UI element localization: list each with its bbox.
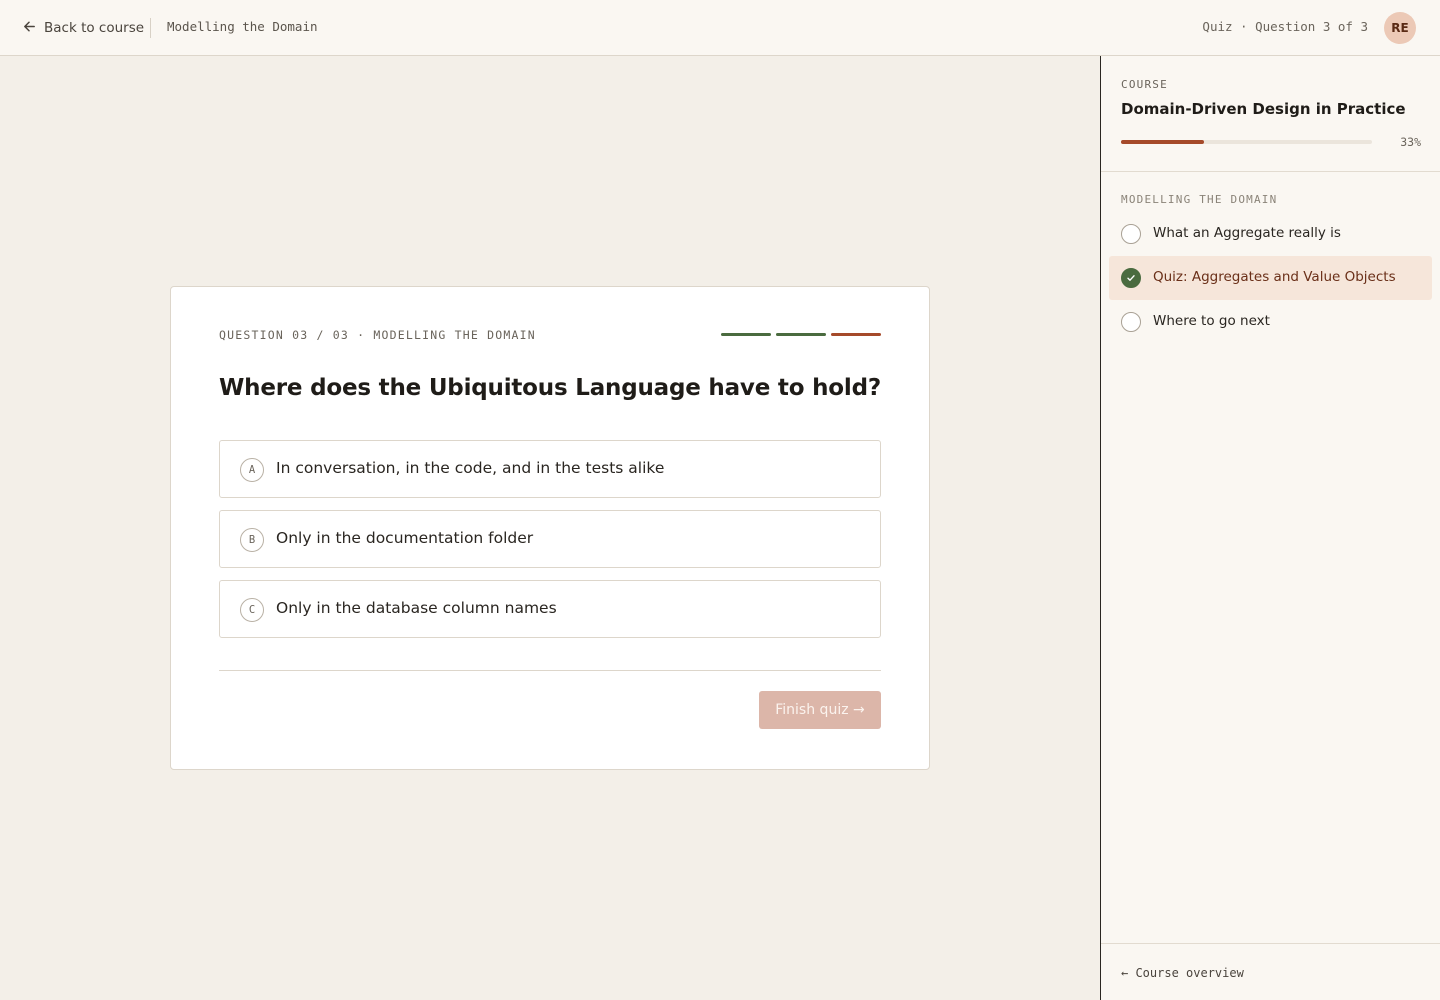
option-letter: B — [240, 528, 264, 552]
main-content: QUESTION 03 / 03 · MODELLING THE DOMAIN … — [0, 56, 1100, 1000]
lesson-label: Quiz: Aggregates and Value Objects — [1153, 269, 1396, 285]
option-letter: A — [240, 458, 264, 482]
progress-segment — [776, 333, 826, 336]
empty-circle-icon — [1121, 312, 1141, 332]
course-sidebar: COURSE Domain-Driven Design in Practice … — [1100, 56, 1440, 1000]
quiz-card: QUESTION 03 / 03 · MODELLING THE DOMAIN … — [170, 286, 930, 770]
question-meta: QUESTION 03 / 03 · MODELLING THE DOMAIN — [219, 328, 536, 342]
lesson-item[interactable]: What an Aggregate really is — [1109, 212, 1432, 256]
breadcrumb: Modelling the Domain — [167, 19, 318, 34]
progress-segment — [721, 333, 771, 336]
option-text: In conversation, in the code, and in the… — [276, 459, 665, 477]
finish-quiz-button[interactable]: Finish quiz → — [759, 691, 881, 729]
course-overview-link[interactable]: ← Course overview — [1121, 966, 1244, 980]
lesson-label: What an Aggregate really is — [1153, 225, 1341, 241]
course-progress-fill — [1121, 140, 1204, 144]
question-progress — [721, 333, 881, 336]
progress-segment — [831, 333, 881, 336]
avatar[interactable]: RE — [1384, 12, 1416, 44]
quiz-status: Quiz · Question 3 of 3 — [1202, 19, 1368, 34]
course-header: COURSE Domain-Driven Design in Practice … — [1101, 56, 1440, 172]
option-text: Only in the documentation folder — [276, 529, 534, 547]
answer-option-b[interactable]: B Only in the documentation folder — [219, 510, 881, 568]
sidebar-footer: ← Course overview — [1101, 943, 1440, 1000]
lesson-item[interactable]: Quiz: Aggregates and Value Objects — [1109, 256, 1432, 300]
answer-option-c[interactable]: C Only in the database column names — [219, 580, 881, 638]
empty-circle-icon — [1121, 224, 1141, 244]
option-letter: C — [240, 598, 264, 622]
question-title: Where does the Ubiquitous Language have … — [219, 375, 881, 401]
card-divider — [219, 670, 881, 671]
answer-option-a[interactable]: A In conversation, in the code, and in t… — [219, 440, 881, 498]
lesson-label: Where to go next — [1153, 313, 1270, 329]
arrow-left-icon — [22, 19, 37, 38]
lesson-item[interactable]: Where to go next — [1109, 300, 1432, 344]
section-title: MODELLING THE DOMAIN — [1121, 193, 1278, 206]
check-circle-icon — [1121, 268, 1141, 288]
course-progress-bar — [1121, 140, 1372, 144]
course-title: Domain-Driven Design in Practice — [1121, 100, 1406, 118]
back-to-course-label: Back to course — [44, 20, 145, 36]
top-bar: Back to course Modelling the Domain Quiz… — [0, 0, 1440, 56]
option-text: Only in the database column names — [276, 599, 557, 617]
course-progress-percent: 33% — [1400, 135, 1421, 149]
topbar-divider — [150, 18, 151, 38]
back-to-course-link[interactable]: Back to course — [22, 17, 144, 39]
course-kicker: COURSE — [1121, 78, 1168, 91]
